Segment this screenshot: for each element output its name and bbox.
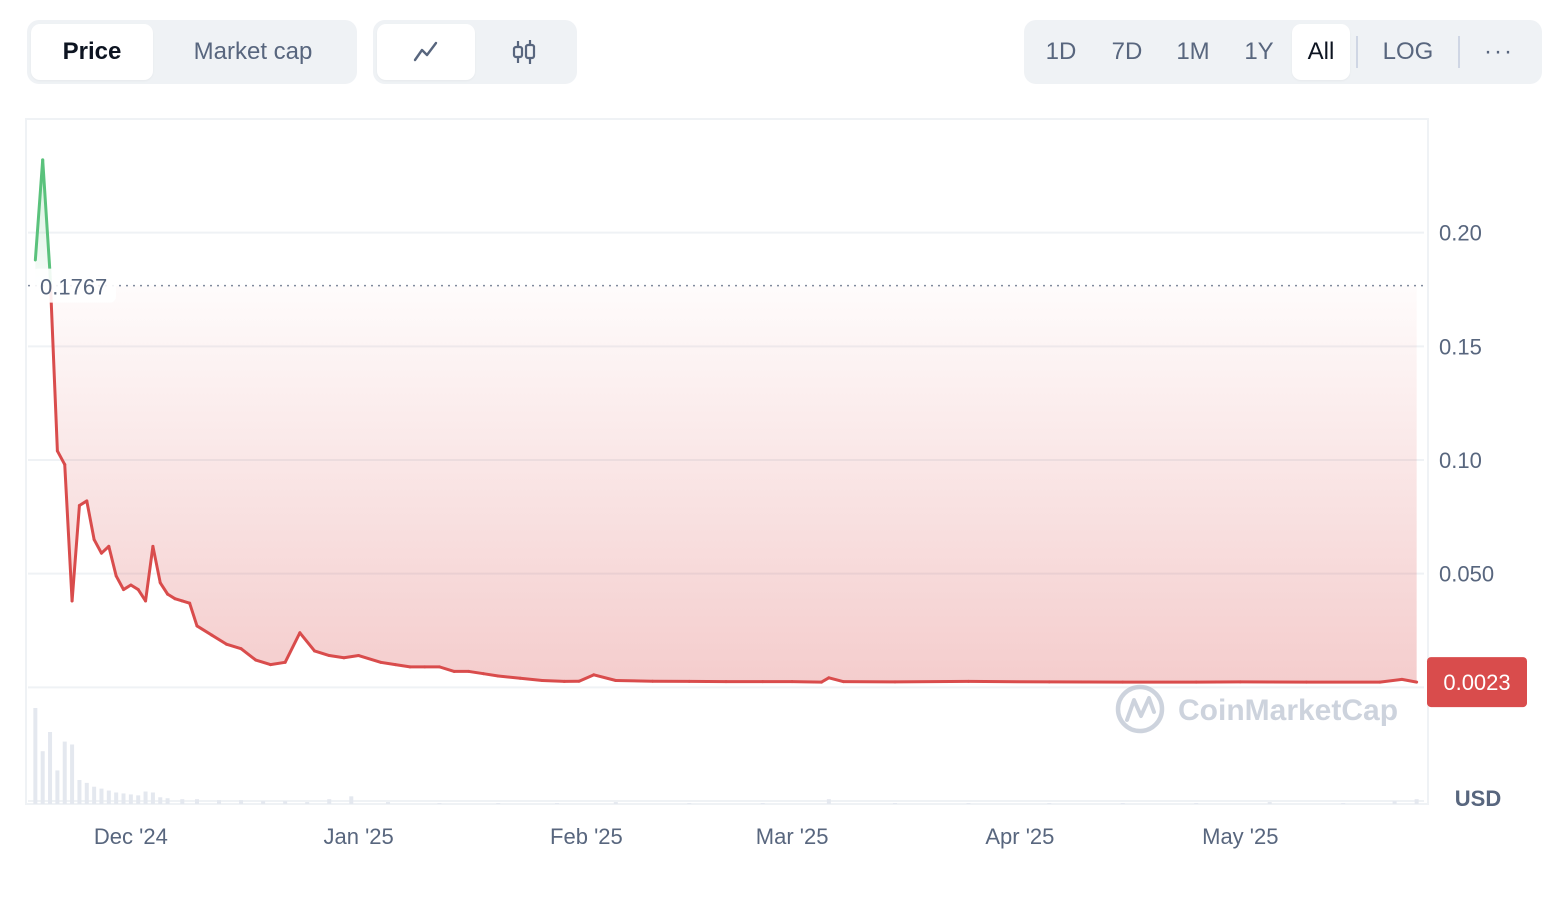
volume-bar xyxy=(555,803,560,804)
volume-bar xyxy=(1267,802,1272,804)
volume-bar xyxy=(305,802,310,804)
volume-bar xyxy=(1392,801,1397,804)
volume-bar xyxy=(92,786,97,804)
x-tick-label: Apr '25 xyxy=(985,824,1054,849)
volume-bar xyxy=(194,799,199,804)
volume-bar xyxy=(128,794,133,804)
volume-bar xyxy=(70,744,75,804)
volume-bar xyxy=(77,780,82,804)
watermark-text: CoinMarketCap xyxy=(1178,694,1398,727)
volume-bar xyxy=(114,792,119,804)
volume-bar xyxy=(437,803,442,804)
volume-bar xyxy=(892,803,897,804)
volume-bar xyxy=(1414,799,1419,804)
price-line-segment xyxy=(540,679,566,683)
volume-bar xyxy=(826,799,831,804)
coinmarketcap-watermark: CoinMarketCap xyxy=(1115,684,1398,734)
y-tick-label: 0.050 xyxy=(1439,562,1494,587)
volume-bar xyxy=(283,801,288,804)
volume-bar xyxy=(327,799,332,804)
currency-label: USD xyxy=(1455,786,1501,811)
reference-price-label: 0.1767 xyxy=(40,275,107,300)
volume-bar xyxy=(261,801,266,804)
price-area-fill xyxy=(50,285,1417,683)
volume-bar xyxy=(150,792,155,804)
volume-bar xyxy=(48,732,53,804)
y-tick-label: 0.15 xyxy=(1439,334,1482,359)
price-line-segment xyxy=(614,679,655,683)
volume-bar xyxy=(386,802,391,804)
volume-bar xyxy=(158,797,163,804)
volume-bar xyxy=(1120,803,1125,804)
volume-bar xyxy=(40,751,45,804)
volume-bar xyxy=(966,803,971,804)
volume-bar xyxy=(760,803,765,804)
volume-bar xyxy=(239,800,244,804)
current-price-label: 0.0023 xyxy=(1443,670,1510,695)
volume-bar xyxy=(33,708,38,804)
x-tick-label: Feb '25 xyxy=(550,824,623,849)
volume-bar xyxy=(1194,803,1199,804)
volume-bar xyxy=(1047,803,1052,804)
volume-bar xyxy=(143,791,148,804)
volume-bar xyxy=(1341,803,1346,804)
volume-bar xyxy=(84,782,89,804)
volume-bar xyxy=(613,802,618,804)
volume-bar xyxy=(349,796,354,804)
x-tick-label: May '25 xyxy=(1202,824,1278,849)
y-tick-label: 0.10 xyxy=(1439,448,1482,473)
volume-bar xyxy=(55,770,60,804)
x-tick-label: Jan '25 xyxy=(323,824,393,849)
x-tick-label: Mar '25 xyxy=(756,824,829,849)
volume-bar xyxy=(180,799,185,804)
coinmarketcap-logo-icon xyxy=(1115,684,1165,734)
volume-bar xyxy=(121,793,126,804)
volume-bar xyxy=(99,788,104,804)
volume-bar xyxy=(217,800,222,804)
volume-bar xyxy=(106,790,111,804)
x-tick-label: Dec '24 xyxy=(94,824,168,849)
volume-bar xyxy=(62,741,67,804)
price-chart[interactable]: 0.1767 0.20 0.15 0.10 0.050 Dec '24 Jan '25 F… xyxy=(0,0,1562,898)
volume-bar xyxy=(687,803,692,804)
volume-bar xyxy=(136,795,141,804)
volume-bar xyxy=(496,803,501,804)
volume-bar xyxy=(165,798,170,804)
y-tick-label: 0.20 xyxy=(1439,221,1482,246)
